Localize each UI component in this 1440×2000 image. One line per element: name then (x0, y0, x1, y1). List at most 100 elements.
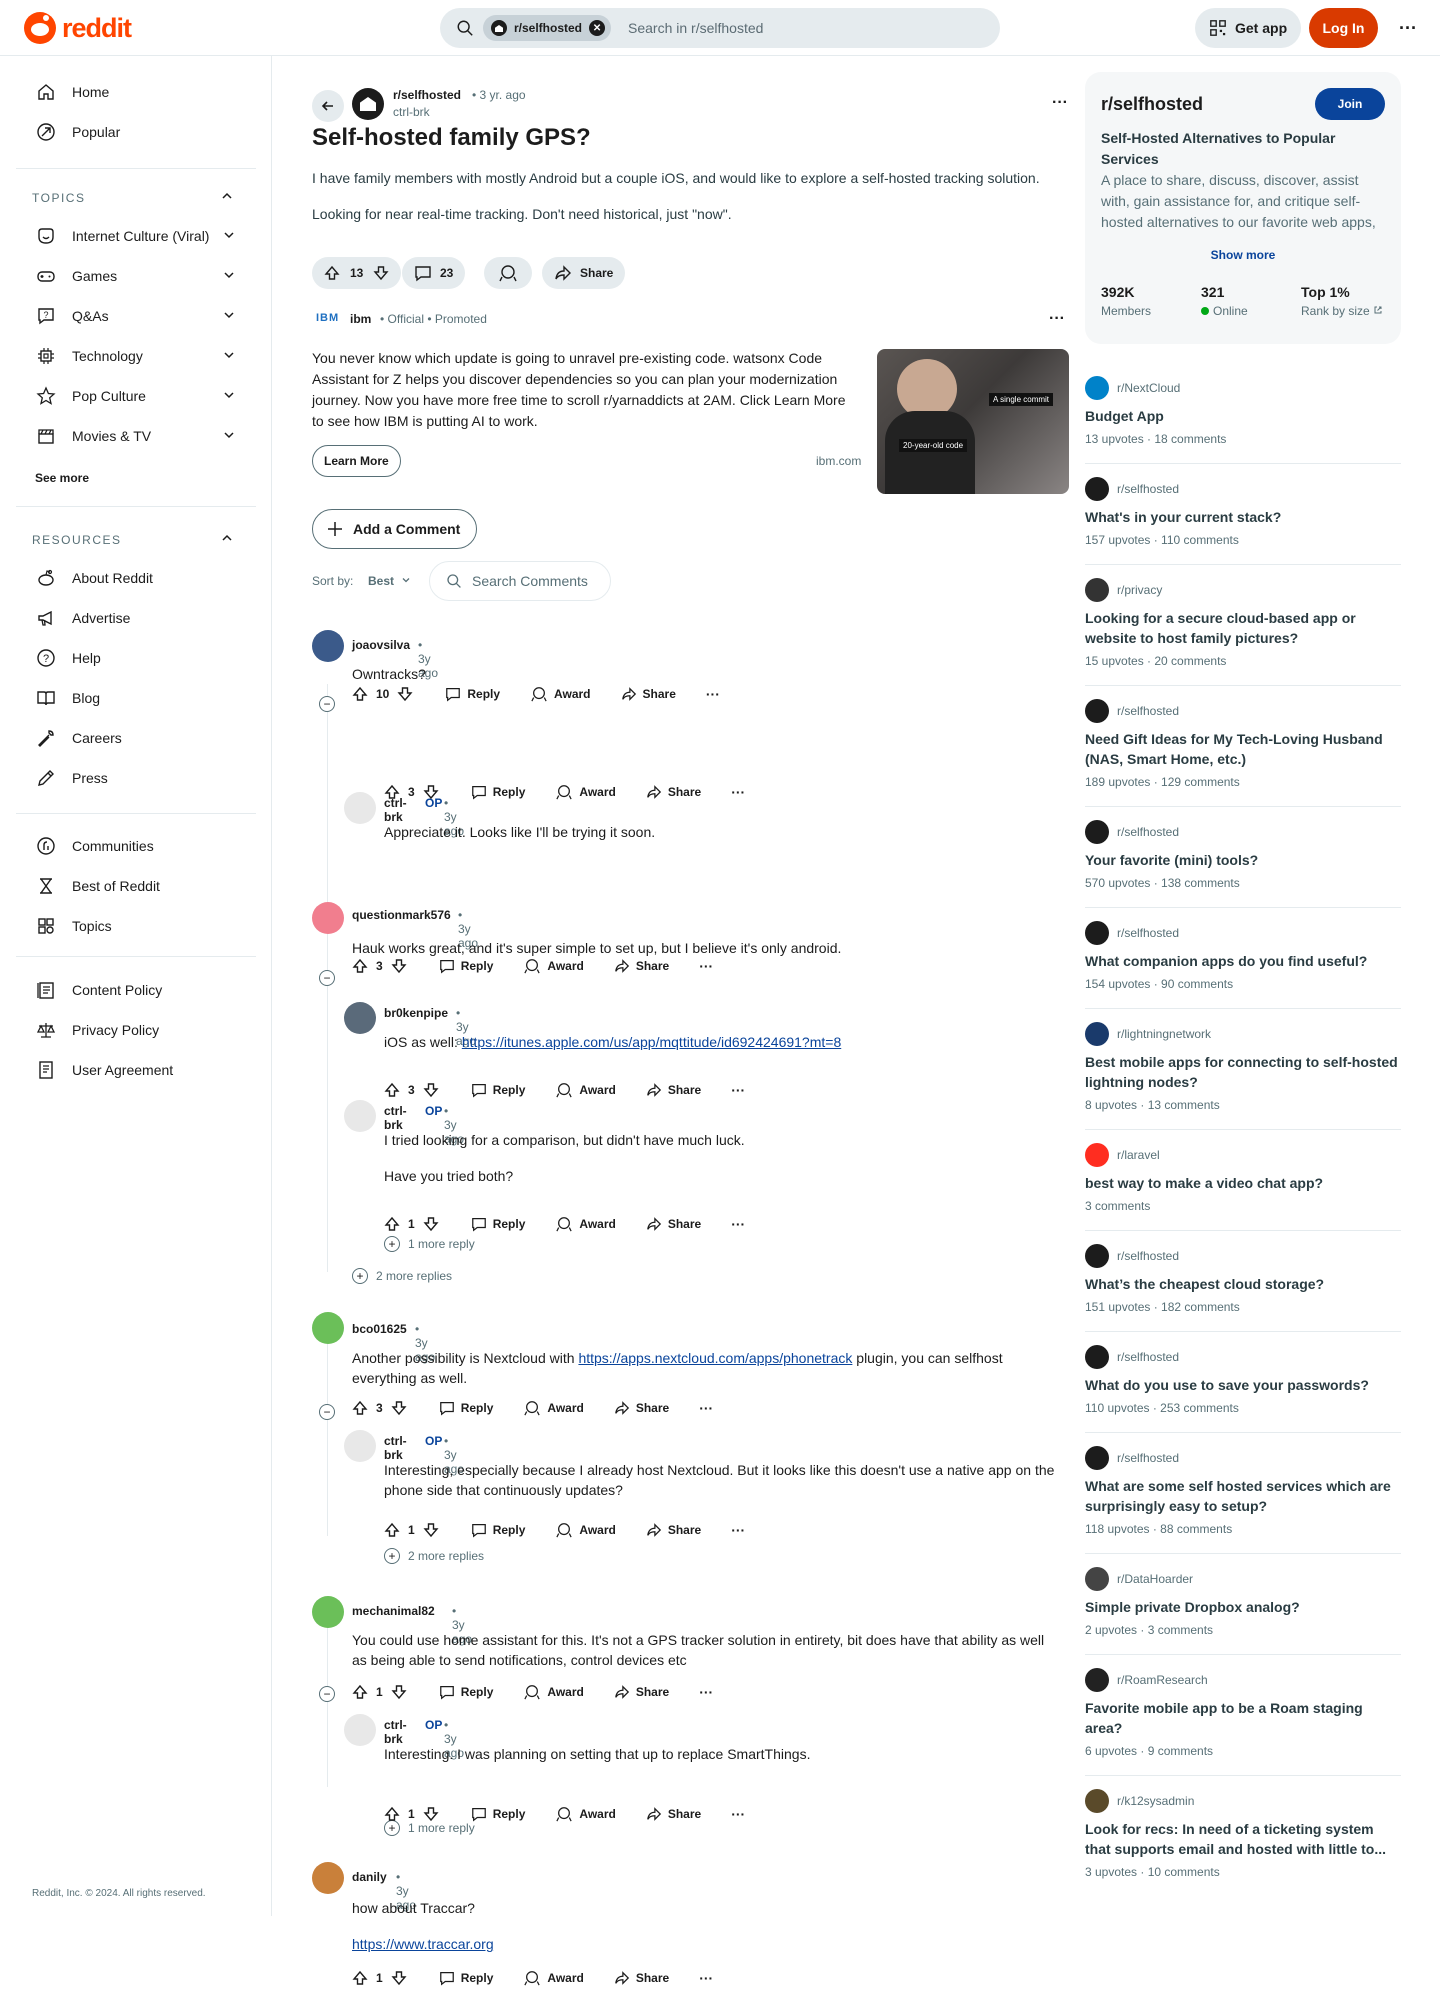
ibm-logo-icon[interactable]: IBM (316, 312, 339, 324)
sidebar-item-content-policy[interactable]: Content Policy (16, 970, 256, 1010)
subreddit-icon[interactable] (1085, 921, 1109, 945)
upvote-icon[interactable] (384, 784, 400, 800)
subreddit-icon[interactable] (1085, 1668, 1109, 1692)
comment-overflow-icon[interactable]: ··· (699, 1684, 713, 1700)
rank-label-wrap[interactable]: Rank by size (1301, 304, 1383, 318)
related-subreddit[interactable]: r/selfhosted (1117, 482, 1179, 496)
ad-domain[interactable]: ibm.com (816, 454, 861, 468)
share-button[interactable]: Share (614, 958, 669, 974)
reply-button[interactable]: Reply (439, 1684, 493, 1700)
downvote-icon[interactable] (391, 1400, 407, 1416)
downvote-icon[interactable] (423, 1522, 439, 1538)
ad-text[interactable]: You never know which update is going to … (312, 348, 852, 432)
share-button[interactable]: Share (646, 1522, 701, 1538)
get-app-button[interactable]: Get app (1195, 8, 1302, 48)
upvote-icon[interactable] (352, 1970, 368, 1986)
sidebar-item-games[interactable]: Games (16, 256, 256, 296)
related-subreddit[interactable]: r/laravel (1117, 1148, 1160, 1162)
join-button[interactable]: Join (1315, 88, 1385, 120)
subreddit-icon[interactable] (1085, 1244, 1109, 1268)
related-subreddit[interactable]: r/lightningnetwork (1117, 1027, 1211, 1041)
related-title[interactable]: What companion apps do you find useful? (1085, 951, 1401, 971)
subreddit-icon[interactable] (1085, 1345, 1109, 1369)
more-options-icon[interactable]: ··· (1392, 12, 1424, 44)
avatar[interactable] (344, 1002, 376, 1034)
subreddit-icon[interactable] (1085, 578, 1109, 602)
sidebar-item-movies-tv[interactable]: Movies & TV (16, 416, 256, 456)
comment-overflow-icon[interactable]: ··· (699, 1970, 713, 1986)
downvote-icon[interactable] (423, 1806, 439, 1822)
clear-scope-icon[interactable]: ✕ (589, 20, 606, 36)
search-bar[interactable]: r/selfhosted ✕ Search in r/selfhosted (440, 8, 1000, 48)
sidebar-item-popular[interactable]: Popular (16, 112, 256, 152)
related-title[interactable]: Need Gift Ideas for My Tech-Loving Husba… (1085, 729, 1401, 769)
award-button[interactable]: Award (555, 1806, 616, 1822)
avatar[interactable] (344, 792, 376, 824)
comment-overflow-icon[interactable]: ··· (731, 1082, 745, 1098)
award-button[interactable]: Award (523, 1400, 584, 1416)
avatar[interactable] (344, 1714, 376, 1746)
upvote-icon[interactable] (352, 958, 368, 974)
add-comment-button[interactable]: Add a Comment (312, 509, 478, 549)
chevron-up-icon[interactable] (220, 531, 234, 545)
reddit-logo[interactable]: reddit (24, 12, 132, 44)
reply-button[interactable]: Reply (471, 1216, 525, 1232)
comment-author[interactable]: ctrl-brk (384, 1104, 407, 1132)
comment-link[interactable]: https://www.traccar.org (352, 1934, 494, 1954)
reply-button[interactable]: Reply (471, 784, 525, 800)
show-more-button[interactable]: Show more (1085, 248, 1401, 262)
back-button[interactable] (312, 90, 344, 122)
related-subreddit[interactable]: r/selfhosted (1117, 926, 1179, 940)
ad-overflow-icon[interactable]: ··· (1049, 310, 1065, 328)
reply-button[interactable]: Reply (439, 958, 493, 974)
upvote-icon[interactable] (384, 1216, 400, 1232)
award-button[interactable]: Award (523, 958, 584, 974)
comment-overflow-icon[interactable]: ··· (731, 1216, 745, 1232)
topics-header[interactable]: TOPICS (32, 191, 85, 205)
sidebar-item-topics[interactable]: Topics (16, 906, 256, 946)
comment-author[interactable]: br0kenpipe (384, 1006, 448, 1020)
share-button[interactable]: Share (621, 686, 676, 702)
collapse-icon[interactable]: − (319, 696, 335, 712)
comment-link[interactable]: https://itunes.apple.com/us/app/mqttitud… (462, 1034, 841, 1050)
upvote-icon[interactable] (352, 1400, 368, 1416)
more-replies-link[interactable]: +1 more reply (384, 1236, 475, 1252)
subreddit-icon[interactable] (1085, 1446, 1109, 1470)
related-title[interactable]: What's in your current stack? (1085, 507, 1401, 527)
comment-author[interactable]: mechanimal82 (352, 1604, 435, 1618)
sidebar-item-communities[interactable]: Communities (16, 826, 256, 866)
related-title[interactable]: Budget App (1085, 406, 1401, 426)
downvote-icon[interactable] (423, 1082, 439, 1098)
reply-button[interactable]: Reply (471, 1082, 525, 1098)
reply-button[interactable]: Reply (439, 1970, 493, 1986)
avatar[interactable] (312, 630, 344, 662)
post-comments-button[interactable]: 23 (402, 257, 466, 289)
related-title[interactable]: Best mobile apps for connecting to self-… (1085, 1052, 1401, 1092)
related-subreddit[interactable]: r/privacy (1117, 583, 1162, 597)
related-title[interactable]: Your favorite (mini) tools? (1085, 850, 1401, 870)
subreddit-icon[interactable] (1085, 1143, 1109, 1167)
downvote-icon[interactable] (397, 686, 413, 702)
more-replies-link[interactable]: +2 more replies (352, 1268, 452, 1284)
related-subreddit[interactable]: r/k12sysadmin (1117, 1794, 1194, 1808)
related-title[interactable]: Favorite mobile app to be a Roam staging… (1085, 1698, 1401, 1738)
reply-button[interactable]: Reply (471, 1806, 525, 1822)
comment-overflow-icon[interactable]: ··· (731, 1522, 745, 1538)
chevron-up-icon[interactable] (220, 189, 234, 203)
sidebar-item-press[interactable]: Press (16, 758, 256, 798)
subreddit-icon[interactable] (1085, 699, 1109, 723)
ad-image[interactable]: A single commit 20-year-old code (877, 349, 1069, 494)
related-title[interactable]: What’s the cheapest cloud storage? (1085, 1274, 1401, 1294)
share-button[interactable]: Share (646, 1806, 701, 1822)
subreddit-icon[interactable] (1085, 477, 1109, 501)
comment-author[interactable]: bco01625 (352, 1322, 407, 1336)
award-button[interactable]: Award (523, 1684, 584, 1700)
comment-link[interactable]: https://apps.nextcloud.com/apps/phonetra… (578, 1350, 852, 1366)
comment-author[interactable]: joaovsilva (352, 638, 410, 652)
related-subreddit[interactable]: r/selfhosted (1117, 704, 1179, 718)
more-replies-link[interactable]: +2 more replies (384, 1548, 484, 1564)
sidebar-item-about-reddit[interactable]: About Reddit (16, 558, 256, 598)
subreddit-icon[interactable] (1085, 376, 1109, 400)
downvote-icon[interactable] (391, 1970, 407, 1986)
reply-button[interactable]: Reply (445, 686, 500, 702)
